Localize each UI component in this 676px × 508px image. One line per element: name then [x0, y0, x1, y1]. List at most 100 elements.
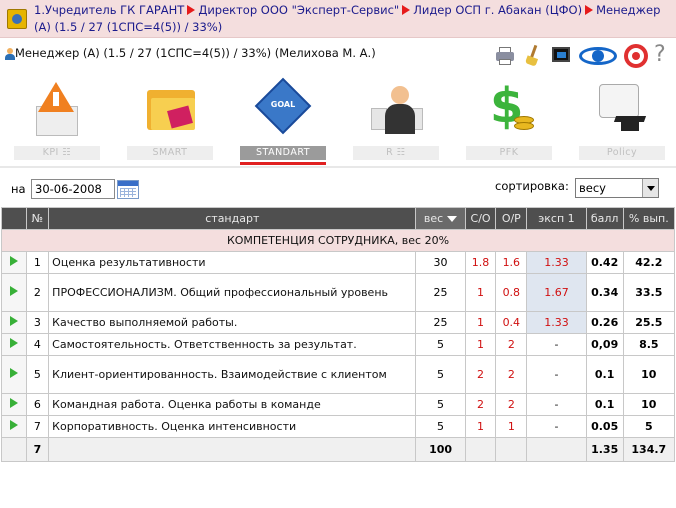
row-standard[interactable]: Самостоятельность. Ответственность за ре…: [48, 333, 417, 356]
user-bar: Менеджер (А) (1.5 / 27 (1СПС=4(5)) / 33%…: [0, 38, 676, 70]
play-icon: [9, 286, 18, 296]
chevron-down-icon[interactable]: [642, 179, 658, 197]
printer-icon[interactable]: [494, 44, 516, 66]
expand-row-button[interactable]: [1, 393, 27, 416]
toolbar: ?: [494, 43, 670, 68]
breadcrumb: 1.Учредитель ГК ГАРАНТ Директор ООО "Эксп…: [0, 0, 676, 38]
row-score: 0.42: [585, 251, 624, 274]
breadcrumb-arrow-icon: [585, 5, 594, 15]
calendar-icon[interactable]: [117, 180, 139, 199]
folder-icon: [143, 78, 197, 138]
total-empty-cell: [464, 437, 497, 462]
ranking-person-icon: [369, 78, 423, 138]
col-header-pct[interactable]: % вып.: [622, 207, 676, 230]
tab-smart[interactable]: SMART: [113, 76, 226, 168]
total-empty-cell: [1, 437, 27, 462]
row-standard[interactable]: Качество выполняемой работы.: [48, 311, 417, 334]
col-header-weight[interactable]: вес: [415, 207, 466, 230]
row-no: 4: [25, 333, 50, 356]
breadcrumb-item[interactable]: Лидер ОСП г. Абакан (ЦФО): [413, 3, 582, 17]
table-row: 5 Клиент-ориентированность. Взаимодейств…: [1, 355, 676, 394]
expand-row-button[interactable]: [1, 311, 27, 334]
date-input[interactable]: 30-06-2008: [31, 179, 115, 199]
tab-pfk[interactable]: $ PFK: [452, 76, 565, 168]
row-standard[interactable]: Оценка результативности: [48, 251, 417, 274]
nav-divider: [0, 166, 676, 168]
expand-row-button[interactable]: [1, 251, 27, 274]
user-position: Менеджер (А) (1.5 / 27 (1СПС=4(5)) / 33%…: [15, 46, 376, 60]
table-row: 6 Командная работа. Оценка работы в кома…: [1, 393, 676, 416]
eye-icon[interactable]: [578, 44, 618, 66]
goal-text: GOAL: [270, 100, 296, 109]
col-header-standard[interactable]: стандарт: [48, 207, 417, 230]
section-row: КОМПЕТЕНЦИЯ СОТРУДНИКА, вес 20%: [1, 229, 675, 252]
row-exp: -: [526, 355, 587, 394]
expand-row-button[interactable]: [1, 273, 27, 312]
row-standard[interactable]: Корпоративность. Оценка интенсивности: [48, 415, 417, 438]
col-header-play: [1, 207, 27, 230]
expand-row-button[interactable]: [1, 333, 27, 356]
tab-standart[interactable]: GOAL STANDART: [226, 76, 339, 168]
col-header-op[interactable]: О/Р: [495, 207, 528, 230]
row-op: 1: [495, 415, 528, 438]
total-pct: 134.7: [622, 437, 676, 462]
col-header-co[interactable]: С/О: [464, 207, 497, 230]
breadcrumb-arrow-icon: [187, 5, 196, 15]
row-score: 0.05: [585, 415, 624, 438]
row-pct: 5: [622, 415, 676, 438]
table-row: 1 Оценка результативности 30 1.8 1.6 1.3…: [1, 251, 676, 274]
main-nav: KPI ☷ SMART GOAL STANDART R ☷ $ PFK Poli…: [0, 76, 676, 168]
row-op: 2: [495, 333, 528, 356]
tab-kpi[interactable]: KPI ☷: [0, 76, 113, 168]
tab-label: STANDART: [240, 146, 326, 160]
col-header-score[interactable]: балл: [585, 207, 624, 230]
total-empty-cell: [48, 437, 417, 462]
row-standard[interactable]: Клиент-ориентированность. Взаимодействие…: [48, 355, 417, 394]
table-header-row: № стандарт вес С/О О/Р эксп 1 балл % вып…: [1, 207, 676, 230]
breadcrumb-item[interactable]: 1.Учредитель ГК ГАРАНТ: [34, 3, 184, 17]
row-exp[interactable]: 1.33: [526, 251, 587, 274]
row-pct: 25.5: [622, 311, 676, 334]
row-standard[interactable]: Командная работа. Оценка работы в команд…: [48, 393, 417, 416]
graduation-scroll-icon: [595, 78, 649, 138]
row-weight: 25: [415, 273, 466, 312]
row-co: 1: [464, 311, 497, 334]
row-exp: -: [526, 333, 587, 356]
dollar-icon: $: [482, 78, 536, 138]
goal-icon: GOAL: [254, 77, 312, 138]
row-weight: 5: [415, 393, 466, 416]
target-icon[interactable]: [624, 44, 648, 68]
play-icon: [9, 398, 18, 408]
row-co: 1.8: [464, 251, 497, 274]
row-no: 2: [25, 273, 50, 312]
warning-icon: [30, 78, 84, 138]
row-op: 0.4: [495, 311, 528, 334]
col-header-no[interactable]: №: [25, 207, 50, 230]
play-icon: [9, 338, 18, 348]
tab-policy[interactable]: Policy: [565, 76, 676, 168]
play-icon: [9, 316, 18, 326]
row-no: 1: [25, 251, 50, 274]
filter-bar: на 30-06-2008 сортировка: весу: [0, 170, 676, 206]
row-pct: 10: [622, 393, 676, 416]
row-standard[interactable]: ПРОФЕССИОНАЛИЗМ. Общий профессиональный …: [48, 273, 417, 312]
sort-select[interactable]: весу: [575, 178, 659, 198]
row-exp[interactable]: 1.67: [526, 273, 587, 312]
expand-row-button[interactable]: [1, 355, 27, 394]
row-exp[interactable]: 1.33: [526, 311, 587, 334]
col-header-exp[interactable]: эксп 1: [526, 207, 587, 230]
row-weight: 5: [415, 415, 466, 438]
expand-row-button[interactable]: [1, 415, 27, 438]
row-weight: 5: [415, 333, 466, 356]
tab-r[interactable]: R ☷: [339, 76, 452, 168]
org-logo-icon: [7, 9, 27, 29]
total-row: 7 100 1.35 134.7: [1, 437, 676, 462]
tab-label: R ☷: [353, 146, 439, 160]
help-icon[interactable]: ?: [654, 44, 670, 66]
broom-icon[interactable]: [522, 44, 544, 67]
play-icon: [9, 368, 18, 378]
breadcrumb-item[interactable]: Директор ООО "Эксперт-Сервис": [198, 3, 399, 17]
play-icon: [9, 256, 18, 266]
screen-icon[interactable]: [550, 44, 572, 66]
active-tab-underline: [240, 162, 326, 165]
